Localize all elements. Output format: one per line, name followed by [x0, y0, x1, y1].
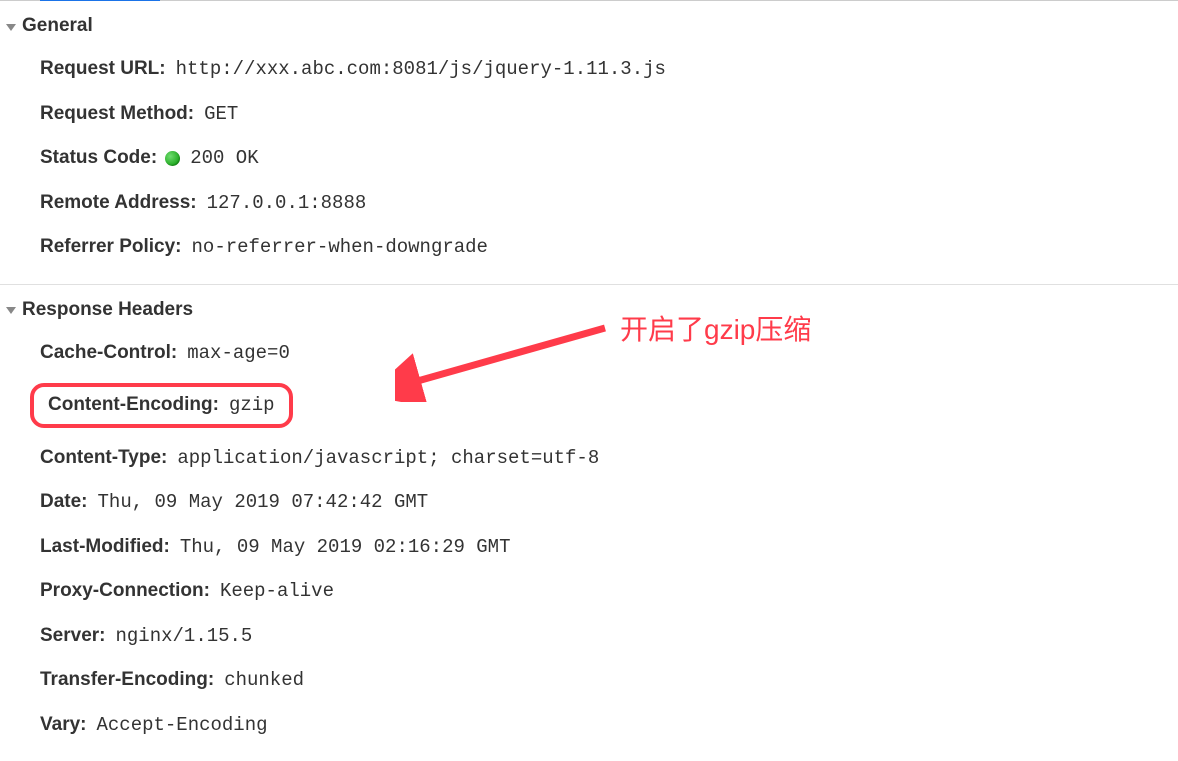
last-modified-row: Last-Modified: Thu, 09 May 2019 02:16:29… — [40, 525, 1178, 570]
date-label: Date: — [40, 488, 88, 517]
active-tab-indicator — [40, 0, 160, 1]
remote-address-label: Remote Address: — [40, 189, 197, 218]
transfer-encoding-value: chunked — [224, 666, 304, 695]
referrer-policy-value: no-referrer-when-downgrade — [192, 233, 488, 262]
annotation-text: 开启了gzip压缩 — [620, 308, 811, 348]
server-value: nginx/1.15.5 — [116, 622, 253, 651]
content-encoding-label: Content-Encoding: — [48, 391, 219, 420]
status-code-label: Status Code: — [40, 144, 157, 173]
panel-top-border — [0, 0, 1178, 1]
general-section-title: General — [22, 15, 93, 37]
last-modified-label: Last-Modified: — [40, 533, 170, 562]
cache-control-row: Cache-Control: max-age=0 — [40, 331, 1178, 376]
vary-value: Accept-Encoding — [96, 711, 267, 740]
caret-down-icon — [6, 307, 16, 314]
remote-address-value: 127.0.0.1:8888 — [207, 189, 367, 218]
transfer-encoding-row: Transfer-Encoding: chunked — [40, 658, 1178, 703]
content-type-row: Content-Type: application/javascript; ch… — [40, 436, 1178, 481]
general-section: General Request URL: http://xxx.abc.com:… — [0, 1, 1178, 285]
proxy-connection-value: Keep-alive — [220, 577, 334, 606]
date-row: Date: Thu, 09 May 2019 07:42:42 GMT — [40, 480, 1178, 525]
server-label: Server: — [40, 622, 106, 651]
content-encoding-highlight: Content-Encoding: gzip — [30, 383, 293, 428]
proxy-connection-row: Proxy-Connection: Keep-alive — [40, 569, 1178, 614]
request-url-value: http://xxx.abc.com:8081/js/jquery-1.11.3… — [176, 55, 666, 84]
referrer-policy-label: Referrer Policy: — [40, 233, 182, 262]
vary-label: Vary: — [40, 711, 86, 740]
cache-control-value: max-age=0 — [187, 339, 290, 368]
content-encoding-row: Content-Encoding: gzip — [40, 375, 1178, 436]
remote-address-row: Remote Address: 127.0.0.1:8888 — [40, 181, 1178, 226]
referrer-policy-row: Referrer Policy: no-referrer-when-downgr… — [40, 225, 1178, 270]
response-headers-header[interactable]: Response Headers — [0, 295, 1178, 331]
caret-down-icon — [6, 24, 16, 31]
response-headers-section: Response Headers Cache-Control: max-age=… — [0, 285, 1178, 761]
request-url-label: Request URL: — [40, 55, 166, 84]
status-ok-dot-icon — [165, 151, 180, 166]
response-headers-title: Response Headers — [22, 299, 193, 321]
request-method-value: GET — [204, 100, 238, 129]
content-encoding-value: gzip — [229, 391, 275, 420]
general-rows: Request URL: http://xxx.abc.com:8081/js/… — [0, 47, 1178, 270]
cache-control-label: Cache-Control: — [40, 339, 177, 368]
server-row: Server: nginx/1.15.5 — [40, 614, 1178, 659]
transfer-encoding-label: Transfer-Encoding: — [40, 666, 214, 695]
last-modified-value: Thu, 09 May 2019 02:16:29 GMT — [180, 533, 511, 562]
proxy-connection-label: Proxy-Connection: — [40, 577, 210, 606]
request-method-row: Request Method: GET — [40, 92, 1178, 137]
date-value: Thu, 09 May 2019 07:42:42 GMT — [98, 488, 429, 517]
content-type-value: application/javascript; charset=utf-8 — [177, 444, 599, 473]
general-section-header[interactable]: General — [0, 11, 1178, 47]
status-code-value: 200 OK — [190, 144, 258, 173]
status-code-row: Status Code: 200 OK — [40, 136, 1178, 181]
vary-row: Vary: Accept-Encoding — [40, 703, 1178, 748]
request-url-row: Request URL: http://xxx.abc.com:8081/js/… — [40, 47, 1178, 92]
content-type-label: Content-Type: — [40, 444, 167, 473]
response-rows: Cache-Control: max-age=0 Content-Encodin… — [0, 331, 1178, 748]
request-method-label: Request Method: — [40, 100, 194, 129]
